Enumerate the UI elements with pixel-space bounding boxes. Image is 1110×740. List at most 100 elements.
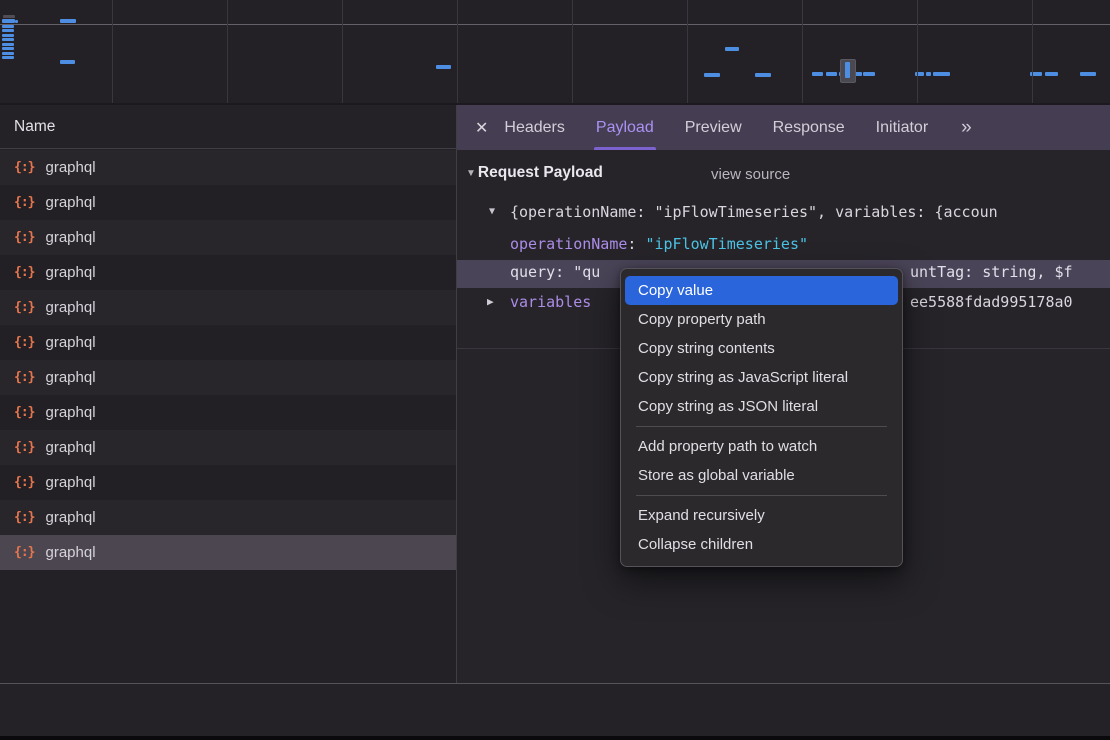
- request-list: {:} graphql {:} graphql {:} graphql {:} graphql…: [0, 150, 456, 571]
- request-row[interactable]: {:}graphql: [0, 360, 456, 395]
- network-request-bar: [2, 43, 14, 46]
- tab-payload[interactable]: Payload: [596, 105, 654, 150]
- overview-gridline: [1032, 0, 1033, 103]
- request-name: graphql: [45, 159, 95, 176]
- payload-row-operationname[interactable]: operationName: "ipFlowTimeseries": [457, 234, 1110, 258]
- request-name: graphql: [45, 229, 95, 246]
- network-request-bar: [755, 73, 771, 77]
- network-request-bar: [2, 56, 14, 59]
- tab-preview[interactable]: Preview: [685, 105, 742, 150]
- json-braces-icon: {:}: [14, 265, 34, 280]
- network-request-bar: [812, 72, 823, 76]
- json-braces-icon: {:}: [14, 510, 34, 525]
- overview-gridline: [112, 0, 113, 103]
- tabs: Headers Payload Preview Response Initiator: [504, 105, 959, 150]
- column-header-name[interactable]: Name: [0, 105, 456, 149]
- menu-separator: [636, 426, 887, 427]
- menu-item-expand-recursively[interactable]: Expand recursively: [625, 501, 898, 530]
- menu-item-copy-string-as-javascript-literal[interactable]: Copy string as JavaScript literal: [625, 363, 898, 392]
- request-row[interactable]: {:} graphql: [0, 395, 456, 430]
- json-braces-icon: {:}: [14, 230, 34, 245]
- menu-item-add-property-path-to-watch[interactable]: Add property path to watch: [625, 432, 898, 461]
- json-braces-icon: {:}: [14, 545, 34, 560]
- payload-summary-text: {operationName: "ipFlowTimeseries", vari…: [510, 203, 998, 221]
- network-request-bar: [826, 72, 837, 76]
- network-request-bar: [704, 73, 720, 77]
- disclosure-open-icon[interactable]: ▼: [466, 168, 476, 179]
- network-request-bar: [60, 19, 76, 23]
- property-key: query: [510, 263, 555, 281]
- network-request-bar: [2, 34, 14, 37]
- request-row[interactable]: {:} graphql: [0, 185, 456, 220]
- view-source-link[interactable]: view source: [711, 166, 790, 183]
- request-name: graphql: [45, 194, 95, 211]
- menu-item-store-as-global-variable[interactable]: Store as global variable: [625, 461, 898, 490]
- network-request-bar: [725, 47, 739, 51]
- network-request-bar: [855, 72, 862, 76]
- menu-separator: [636, 495, 887, 496]
- network-request-bar: [15, 20, 18, 23]
- menu-item-copy-string-as-json-literal[interactable]: Copy string as JSON literal: [625, 392, 898, 421]
- devtools-network-panel: Name {:}graphql{:}graphql{:}graphql{:}gr…: [0, 0, 1110, 740]
- request-name: graphql: [45, 299, 95, 316]
- detail-tab-bar: ✕ Headers Payload Preview Response Initiator…: [457, 105, 1110, 150]
- network-request-bar: [933, 72, 950, 76]
- request-name: graphql: [45, 474, 95, 491]
- disclosure-open-icon[interactable]: ▼: [489, 206, 495, 217]
- property-value: "ipFlowTimeseries": [645, 235, 808, 253]
- overview-gridline: [802, 0, 803, 103]
- key-value-separator: :: [555, 263, 573, 281]
- request-row[interactable]: {:} graphql: [0, 465, 456, 500]
- json-braces-icon: {:}: [14, 160, 34, 175]
- request-row[interactable]: {:} graphql: [0, 290, 456, 325]
- network-request-bar: [1080, 72, 1096, 76]
- network-request-bar: [2, 29, 14, 32]
- disclosure-closed-icon[interactable]: ▶: [487, 295, 494, 308]
- overview-gridline: [917, 0, 918, 103]
- request-name: graphql: [45, 439, 95, 456]
- menu-item-copy-string-contents[interactable]: Copy string contents: [625, 334, 898, 363]
- network-request-bar: [436, 65, 451, 69]
- network-request-bar: [2, 47, 14, 50]
- network-overview-timeline[interactable]: [0, 0, 1110, 105]
- payload-summary-row[interactable]: ▼ {operationName: "ipFlowTimeseries", va…: [457, 202, 1110, 226]
- network-request-bar: [2, 19, 15, 23]
- tab-headers[interactable]: Headers: [504, 105, 564, 150]
- json-braces-icon: {:}: [14, 405, 34, 420]
- more-tabs-icon[interactable]: »: [961, 117, 972, 139]
- tab-initiator[interactable]: Initiator: [876, 105, 928, 150]
- json-braces-icon: {:}: [14, 335, 34, 350]
- request-row[interactable]: {:} graphql: [0, 150, 456, 185]
- menu-item-copy-property-path[interactable]: Copy property path: [625, 305, 898, 334]
- json-braces-icon: {:}: [14, 300, 34, 315]
- request-name: graphql: [45, 334, 95, 351]
- menu-item-copy-value[interactable]: Copy value: [625, 276, 898, 305]
- json-braces-icon: {:}: [14, 475, 34, 490]
- property-preview-fragment: ee5588fdad995178a0: [910, 293, 1073, 311]
- request-row[interactable]: {:} graphql: [0, 220, 456, 255]
- close-icon[interactable]: ✕: [475, 118, 488, 138]
- property-value-fragment: "qu: [573, 263, 600, 281]
- overview-gridline: [227, 0, 228, 103]
- request-name: graphql: [45, 404, 95, 421]
- request-name: graphql: [45, 369, 95, 386]
- status-bar: [0, 684, 1110, 736]
- overview-gridline: [687, 0, 688, 103]
- network-request-bar: [2, 38, 14, 41]
- overview-ruler-line: [0, 24, 1110, 25]
- property-key: operationName: [510, 235, 627, 253]
- request-row[interactable]: {:} graphql: [0, 535, 456, 570]
- network-request-bar: [863, 72, 875, 76]
- request-name: graphql: [45, 509, 95, 526]
- request-payload-section-header[interactable]: ▼Request Payload: [466, 164, 603, 182]
- request-row[interactable]: {:} graphql: [0, 500, 456, 535]
- request-row[interactable]: {:} graphql: [0, 325, 456, 360]
- window-bottom-edge: [0, 736, 1110, 740]
- request-row[interactable]: {:}graphql: [0, 255, 456, 290]
- network-request-bar: [2, 52, 14, 55]
- request-row[interactable]: {:}graphql: [0, 430, 456, 465]
- request-name: graphql: [45, 544, 95, 561]
- menu-item-collapse-children[interactable]: Collapse children: [625, 530, 898, 559]
- json-braces-icon: {:}: [14, 195, 34, 210]
- tab-response[interactable]: Response: [773, 105, 845, 150]
